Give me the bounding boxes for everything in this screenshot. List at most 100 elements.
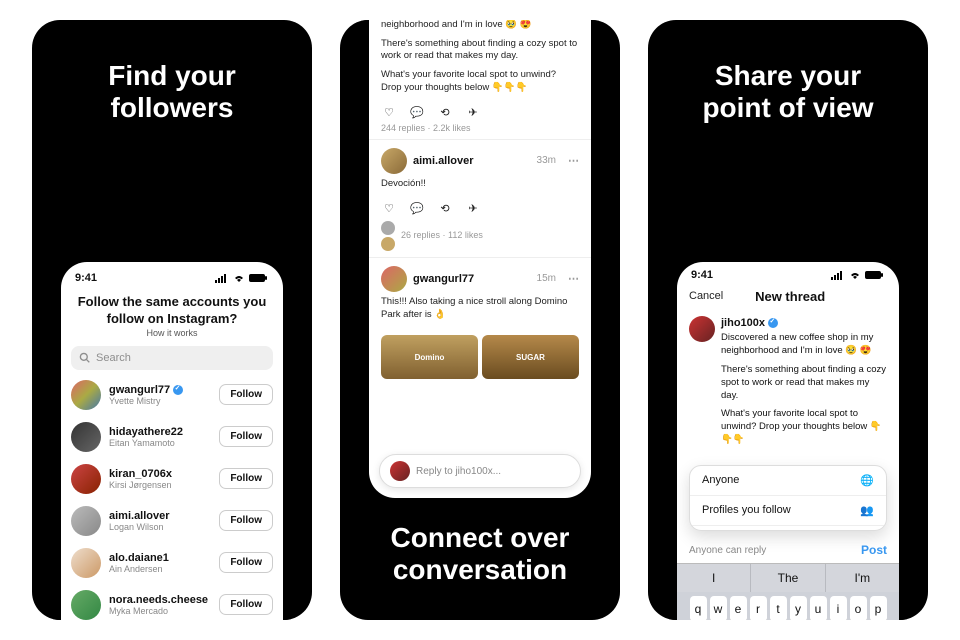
promo-card-followers: Find yourfollowers 9:41 Follow the same …	[32, 20, 312, 620]
cancel-button[interactable]: Cancel	[689, 290, 723, 302]
status-bar: 9:41	[61, 262, 283, 290]
like-icon[interactable]: ♡	[381, 105, 397, 121]
comment-icon[interactable]: 💬	[409, 105, 425, 121]
user-row[interactable]: kiran_0706xKirsi Jørgensen Follow	[61, 458, 283, 500]
search-input[interactable]: Search	[71, 346, 273, 370]
follow-button[interactable]: Follow	[219, 384, 273, 405]
key[interactable]: t	[770, 596, 787, 620]
key[interactable]: y	[790, 596, 807, 620]
username: hidayathere22	[109, 426, 183, 438]
wifi-icon	[232, 273, 246, 283]
avatar	[71, 548, 101, 578]
signal-icon	[831, 270, 845, 280]
post-username: gwangurl77	[413, 273, 474, 285]
share-icon[interactable]: ✈	[465, 201, 481, 217]
reply-scope-label[interactable]: Anyone can reply	[689, 545, 766, 556]
post-stats[interactable]: 26 replies · 112 likes	[401, 228, 483, 242]
repost-icon[interactable]: ⟲	[437, 201, 453, 217]
username: kiran_0706x	[109, 468, 172, 480]
user-row[interactable]: nora.needs.cheeseMyka Mercado Follow	[61, 584, 283, 620]
globe-icon: 🌐	[860, 474, 874, 487]
post-time: 33m	[537, 155, 556, 166]
audience-menu: Anyone🌐 Profiles you follow👥 Mentioned o…	[689, 465, 887, 531]
key[interactable]: q	[690, 596, 707, 620]
comment-icon[interactable]: 💬	[409, 201, 425, 217]
compose-area[interactable]: jiho100x Discovered a new coffee shop in…	[677, 308, 899, 461]
user-row[interactable]: aimi.alloverLogan WilsonFollow	[61, 500, 283, 542]
audience-option-mentioned[interactable]: Mentioned only@	[690, 526, 886, 531]
post-body: Devoción!!	[381, 174, 579, 199]
username: nora.needs.cheese	[109, 594, 208, 606]
compose-username: jiho100x	[721, 316, 765, 331]
follow-button[interactable]: Follow	[219, 594, 273, 615]
page-title: New thread	[755, 289, 825, 304]
like-icon[interactable]: ♡	[381, 201, 397, 217]
post-body: This!!! Also taking a nice stroll along …	[381, 292, 579, 330]
suggestion[interactable]: The	[751, 564, 825, 592]
promo-card-connect: jiho100x2h⋯ Discovered a new coffee shop…	[340, 20, 620, 620]
follow-button[interactable]: Follow	[219, 468, 273, 489]
key[interactable]: o	[850, 596, 867, 620]
audience-option-anyone[interactable]: Anyone🌐	[690, 466, 886, 496]
avatar	[71, 590, 101, 620]
phone-frame: 9:41 Follow the same accounts you follow…	[53, 254, 291, 620]
post-button[interactable]: Post	[861, 543, 887, 557]
post-body: Discovered a new coffee shop in my neigh…	[381, 20, 579, 103]
status-time: 9:41	[75, 272, 97, 284]
fullname: Myka Mercado	[109, 606, 211, 616]
keyboard: qwertyuiop asdfghjkl ⇧ zxcvbnm ⌫ 123 😊 s…	[677, 592, 899, 620]
avatar	[71, 506, 101, 536]
battery-icon	[865, 270, 885, 280]
suggestion[interactable]: I'm	[826, 564, 899, 592]
thread-post[interactable]: aimi.allover33m⋯ Devoción!! ♡💬⟲✈ 26 repl…	[369, 140, 591, 258]
reply-placeholder: Reply to jiho100x...	[416, 466, 501, 477]
avatar	[390, 461, 410, 481]
promo-card-share: Share yourpoint of view 9:41 Cancel New …	[648, 20, 928, 620]
follow-button[interactable]: Follow	[219, 510, 273, 531]
thread-post[interactable]: jiho100x2h⋯ Discovered a new coffee shop…	[369, 20, 591, 140]
suggestion[interactable]: I	[677, 564, 751, 592]
user-row[interactable]: hidayathere22Eitan YamamotoFollow	[61, 416, 283, 458]
follow-button[interactable]: Follow	[219, 552, 273, 573]
keyboard-suggestions: I The I'm	[677, 563, 899, 592]
follow-prompt-title: Follow the same accounts you follow on I…	[61, 290, 283, 328]
key[interactable]: u	[810, 596, 827, 620]
username: aimi.allover	[109, 510, 170, 522]
key[interactable]: i	[830, 596, 847, 620]
user-row[interactable]: alo.daiane1Ain Andersen Follow	[61, 542, 283, 584]
avatar	[689, 316, 715, 342]
nav-bar: Cancel New thread	[677, 285, 899, 308]
user-row[interactable]: gwangurl77Yvette MistryFollow	[61, 374, 283, 416]
repost-icon[interactable]: ⟲	[437, 105, 453, 121]
phone-frame: jiho100x2h⋯ Discovered a new coffee shop…	[361, 20, 599, 506]
how-it-works-link[interactable]: How it works	[61, 328, 283, 338]
share-icon[interactable]: ✈	[465, 105, 481, 121]
thread-post[interactable]: gwangurl77 15m ⋯ This!!! Also taking a nic…	[369, 258, 591, 384]
avatar	[71, 464, 101, 494]
post-time: 15m	[537, 273, 556, 284]
headline-connect: Connect overconversation	[340, 522, 620, 586]
key[interactable]: r	[750, 596, 767, 620]
reply-input[interactable]: Reply to jiho100x...	[379, 454, 581, 488]
username: alo.daiane1	[109, 552, 169, 564]
fullname: Ain Andersen	[109, 564, 211, 574]
post-image[interactable]: SUGAR	[482, 335, 579, 379]
audience-option-following[interactable]: Profiles you follow👥	[690, 496, 886, 526]
user-list: gwangurl77Yvette MistryFollow hidayather…	[61, 374, 283, 620]
avatar	[381, 148, 407, 174]
more-icon[interactable]: ⋯	[562, 154, 579, 167]
key[interactable]: e	[730, 596, 747, 620]
key[interactable]: p	[870, 596, 887, 620]
post-actions: ♡ 💬 ⟲ ✈	[381, 103, 579, 121]
status-time: 9:41	[691, 269, 713, 281]
post-image[interactable]: Domino	[381, 335, 478, 379]
follow-button[interactable]: Follow	[219, 426, 273, 447]
key[interactable]: w	[710, 596, 727, 620]
fullname: Kirsi Jørgensen	[109, 480, 211, 490]
more-icon[interactable]: ⋯	[562, 272, 579, 285]
status-icons	[215, 273, 269, 283]
post-stats[interactable]: 244 replies · 2.2k likes	[381, 121, 579, 135]
headline-share: Share yourpoint of view	[702, 60, 873, 124]
search-icon	[79, 352, 90, 363]
post-image-strip[interactable]: Domino SUGAR	[381, 335, 579, 379]
